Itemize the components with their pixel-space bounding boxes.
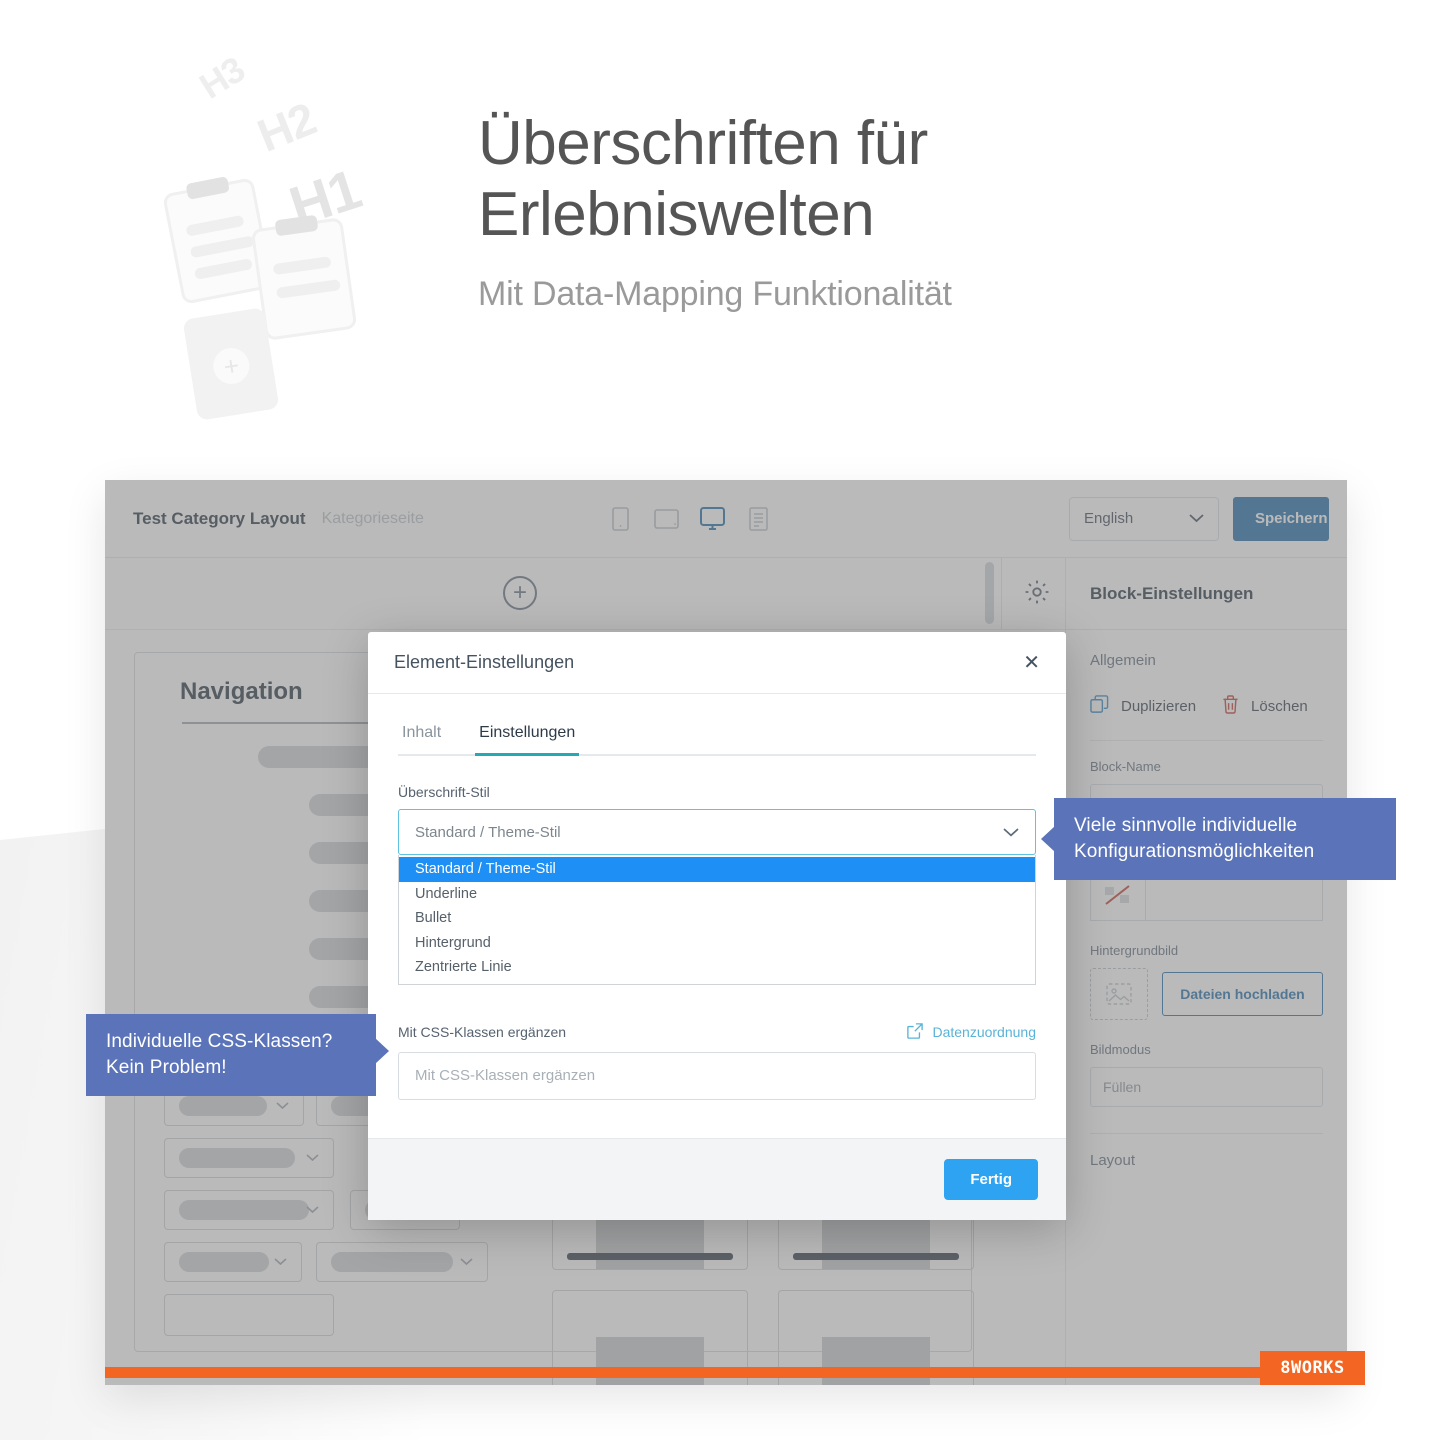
app-topbar: Test Category Layout Kategorieseite Engl… [105, 480, 1347, 558]
option-bullet[interactable]: Bullet [399, 906, 1035, 931]
block-name-label: Block-Name [1090, 759, 1161, 774]
callout-right-line2: Konfigurationsmöglichkeiten [1074, 841, 1315, 863]
vertical-scrollbar[interactable] [985, 562, 994, 624]
modal-header: Element-Einstellungen ✕ [368, 632, 1066, 694]
mobile-view-icon[interactable] [606, 504, 636, 534]
duplicate-button[interactable]: Duplizieren [1090, 695, 1196, 718]
background-image-field: Dateien hochladen [1090, 968, 1323, 1020]
chevron-down-icon [276, 1097, 289, 1115]
brand-logo-text: 8WORKS [1280, 1358, 1345, 1378]
chevron-down-icon [1189, 510, 1204, 527]
add-block-icon[interactable]: + [503, 576, 537, 610]
option-zentrierte-linie[interactable]: Zentrierte Linie [399, 955, 1035, 980]
section-general-label: Allgemein [1090, 652, 1156, 669]
modal-footer: Fertig [368, 1138, 1066, 1220]
tab-inhalt[interactable]: Inhalt [398, 716, 445, 754]
page-title: Überschriften für Erlebniswelten [478, 108, 1358, 251]
callout-left-line2: Kein Problem! [106, 1057, 227, 1079]
page-title-line2: Erlebniswelten [478, 180, 875, 250]
trash-icon [1222, 695, 1239, 718]
document-title: Test Category Layout [133, 508, 306, 528]
heading-style-value: Standard / Theme-Stil [415, 823, 561, 841]
document-icon-2 [250, 214, 358, 341]
heading-style-select[interactable]: Standard / Theme-Stil [398, 809, 1036, 855]
block-settings-header: Block-Einstellungen [1066, 558, 1347, 630]
block-settings-panel: Block-Einstellungen Allgemein Dupliziere… [1065, 558, 1347, 1385]
heading-style-options-list: Standard / Theme-Stil Underline Bullet H… [398, 855, 1036, 985]
delete-label: Löschen [1251, 698, 1308, 715]
document-add-icon: + [182, 307, 280, 421]
skeleton-select[interactable] [164, 1138, 334, 1178]
duplicate-label: Duplizieren [1121, 698, 1197, 715]
document-subtitle: Kategorieseite [321, 509, 424, 527]
chevron-down-icon [274, 1253, 287, 1271]
skeleton-select[interactable] [164, 1242, 302, 1282]
brand-logo: 8WORKS [1260, 1351, 1365, 1385]
data-mapping-link[interactable]: Datenzuordnung [907, 1023, 1036, 1042]
heading-style-label: Überschrift-Stil [398, 784, 490, 800]
list-view-icon[interactable] [744, 504, 774, 534]
external-link-icon [907, 1023, 924, 1042]
modal-title: Element-Einstellungen [394, 652, 575, 672]
hero-text: Überschriften für Erlebniswelten Mit Dat… [478, 108, 1358, 314]
clipboard-clip-icon [274, 214, 319, 237]
option-standard-theme-stil[interactable]: Standard / Theme-Stil [399, 857, 1035, 882]
gear-icon[interactable] [1023, 578, 1051, 611]
topbar-right-group: English Speichern [1069, 496, 1329, 541]
deco-tag-h3: H3 [192, 48, 252, 107]
callout-arrow-right [375, 1038, 389, 1064]
css-classes-row: Mit CSS-Klassen ergänzen Datenzuordnung [398, 1023, 1036, 1042]
callout-arrow-left [1041, 826, 1055, 852]
callout-configuration: Viele sinnvolle individuelle Konfigurati… [1041, 798, 1396, 881]
copy-icon [1090, 695, 1109, 718]
css-classes-label: Mit CSS-Klassen ergänzen [398, 1024, 567, 1041]
done-button[interactable]: Fertig [944, 1159, 1038, 1200]
block-actions: Duplizieren Löschen [1090, 695, 1323, 718]
device-preview-group [606, 504, 774, 534]
canvas-nav-heading: Navigation [180, 678, 303, 705]
chevron-down-icon [1003, 824, 1019, 841]
chevron-down-icon [306, 1149, 319, 1167]
language-select-value: English [1084, 510, 1134, 527]
language-select[interactable]: English [1069, 496, 1219, 541]
deco-tag-h2: H2 [250, 92, 323, 162]
page-subtitle: Mit Data-Mapping Funktionalität [478, 274, 952, 313]
chevron-down-icon [460, 1253, 473, 1271]
background-image-label: Hintergrundbild [1090, 943, 1179, 958]
image-mode-select[interactable]: Füllen [1090, 1067, 1323, 1107]
page-title-line1: Überschriften für [478, 109, 928, 178]
upload-files-button[interactable]: Dateien hochladen [1162, 972, 1323, 1016]
element-settings-modal: Element-Einstellungen ✕ Inhalt Einstellu… [368, 632, 1066, 1220]
skeleton-select[interactable] [164, 1294, 334, 1336]
callout-left-line1: Individuelle CSS-Klassen? [106, 1031, 333, 1052]
clipboard-clip-icon [185, 176, 230, 200]
skeleton-select[interactable] [164, 1190, 334, 1230]
hero-decoration: H3 H2 H1 + [150, 45, 450, 435]
image-placeholder-icon[interactable] [1090, 968, 1148, 1020]
brand-accent-bar [105, 1367, 1347, 1378]
delete-button[interactable]: Löschen [1222, 695, 1308, 718]
save-button[interactable]: Speichern [1233, 496, 1329, 541]
callout-right-line1: Viele sinnvolle individuelle [1074, 815, 1298, 836]
tablet-view-icon[interactable] [652, 504, 682, 534]
image-mode-label: Bildmodus [1090, 1042, 1151, 1057]
plus-icon: + [210, 345, 252, 387]
css-classes-input[interactable]: Mit CSS-Klassen ergänzen [398, 1051, 1036, 1100]
modal-tabs: Inhalt Einstellungen [398, 716, 1036, 756]
chevron-down-icon [306, 1201, 319, 1219]
section-layout-label: Layout [1090, 1152, 1136, 1169]
modal-body: Inhalt Einstellungen Überschrift-Stil St… [368, 694, 1066, 1138]
hero-section: H3 H2 H1 + Überschriften für Erlebniswel… [0, 0, 1440, 470]
callout-css-classes: Individuelle CSS-Klassen? Kein Problem! [86, 1014, 389, 1097]
data-mapping-label: Datenzuordnung [932, 1024, 1036, 1041]
skeleton-select[interactable] [316, 1242, 488, 1282]
desktop-view-icon[interactable] [698, 504, 728, 534]
close-icon[interactable]: ✕ [1023, 653, 1040, 673]
option-underline[interactable]: Underline [399, 882, 1035, 907]
option-hintergrund[interactable]: Hintergrund [399, 931, 1035, 956]
tab-einstellungen[interactable]: Einstellungen [475, 716, 580, 756]
